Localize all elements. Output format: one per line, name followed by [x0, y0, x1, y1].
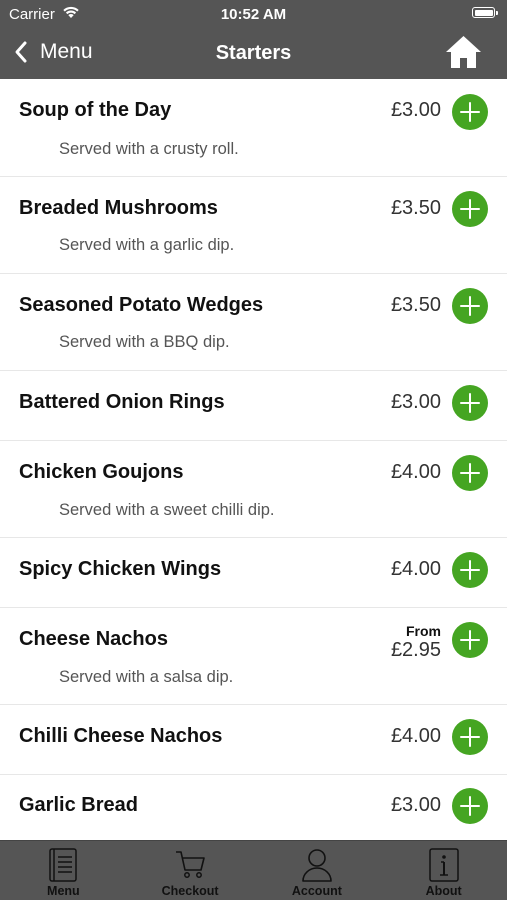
- item-name: Garlic Bread: [19, 794, 138, 816]
- price-from-label: From: [406, 623, 441, 639]
- item-description: Served with a BBQ dip.: [59, 333, 230, 351]
- item-name: Battered Onion Rings: [19, 391, 225, 413]
- menu-item-breaded-mushrooms[interactable]: Breaded Mushrooms £3.50 Served with a ga…: [0, 177, 507, 274]
- add-button[interactable]: [452, 719, 488, 755]
- back-button[interactable]: Menu: [14, 40, 93, 64]
- item-name: Seasoned Potato Wedges: [19, 294, 264, 316]
- item-name: Chicken Goujons: [19, 461, 184, 483]
- add-button[interactable]: [452, 552, 488, 588]
- item-name: Soup of the Day: [19, 99, 172, 121]
- menu-list: Soup of the Day £3.00 Served with a crus…: [0, 79, 507, 840]
- item-price: £3.00: [390, 99, 441, 121]
- tab-label: About: [425, 884, 462, 898]
- add-button[interactable]: [452, 622, 488, 658]
- menu-item-cheese-nachos[interactable]: Cheese Nachos From £2.95 Served with a s…: [0, 608, 507, 705]
- menu-item-chicken-goujons[interactable]: Chicken Goujons £4.00 Served with a swee…: [0, 441, 507, 538]
- item-description: Served with a salsa dip.: [59, 668, 234, 686]
- info-icon: [428, 848, 459, 882]
- nav-bar: Menu Starters: [0, 28, 507, 79]
- item-name: Spicy Chicken Wings: [19, 558, 222, 580]
- add-button[interactable]: [452, 191, 488, 227]
- menu-item-soup-of-the-day[interactable]: Soup of the Day £3.00 Served with a crus…: [0, 79, 507, 177]
- item-name: Breaded Mushrooms: [19, 197, 218, 219]
- tab-label: Checkout: [161, 884, 219, 898]
- tab-label: Account: [291, 884, 342, 898]
- tab-bar: Menu Checkout Account About: [0, 840, 507, 900]
- tab-checkout[interactable]: Checkout: [127, 841, 254, 900]
- tab-about[interactable]: About: [380, 841, 507, 900]
- item-price: £3.00: [390, 794, 441, 816]
- tab-menu[interactable]: Menu: [0, 841, 127, 900]
- tab-account[interactable]: Account: [254, 841, 381, 900]
- cart-icon: [176, 851, 205, 878]
- item-price: £3.50: [390, 197, 441, 219]
- status-bar: Carrier 10:52 AM: [0, 0, 507, 28]
- item-name: Cheese Nachos: [19, 628, 168, 650]
- item-price: £4.00: [390, 558, 441, 580]
- menu-book-icon: [49, 848, 78, 882]
- header: Carrier 10:52 AM Menu Starters: [0, 0, 507, 79]
- menu-item-garlic-bread[interactable]: Garlic Bread £3.00: [0, 775, 507, 840]
- add-button[interactable]: [452, 788, 488, 824]
- item-description: Served with a sweet chilli dip.: [59, 501, 275, 519]
- add-button[interactable]: [452, 455, 488, 491]
- chevron-left-icon: [15, 41, 27, 63]
- back-label: Menu: [40, 40, 93, 63]
- item-price: £2.95: [390, 639, 441, 661]
- menu-item-battered-onion-rings[interactable]: Battered Onion Rings £3.00: [0, 371, 507, 441]
- home-icon[interactable]: [445, 35, 482, 69]
- item-price: £3.50: [390, 294, 441, 316]
- menu-item-chilli-cheese-nachos[interactable]: Chilli Cheese Nachos £4.00: [0, 705, 507, 775]
- item-price: £4.00: [390, 461, 441, 483]
- battery-icon: [472, 7, 498, 18]
- tab-label: Menu: [47, 884, 80, 898]
- person-icon: [302, 849, 332, 882]
- item-name: Chilli Cheese Nachos: [19, 725, 223, 747]
- menu-item-spicy-chicken-wings[interactable]: Spicy Chicken Wings £4.00: [0, 538, 507, 608]
- item-description: Served with a garlic dip.: [59, 236, 235, 254]
- menu-item-seasoned-potato-wedges[interactable]: Seasoned Potato Wedges £3.50 Served with…: [0, 274, 507, 371]
- item-description: Served with a crusty roll.: [59, 140, 239, 158]
- item-price: £3.00: [390, 391, 441, 413]
- add-button[interactable]: [452, 94, 488, 130]
- item-price: £4.00: [390, 725, 441, 747]
- status-time: 10:52 AM: [220, 6, 287, 23]
- add-button[interactable]: [452, 385, 488, 421]
- add-button[interactable]: [452, 288, 488, 324]
